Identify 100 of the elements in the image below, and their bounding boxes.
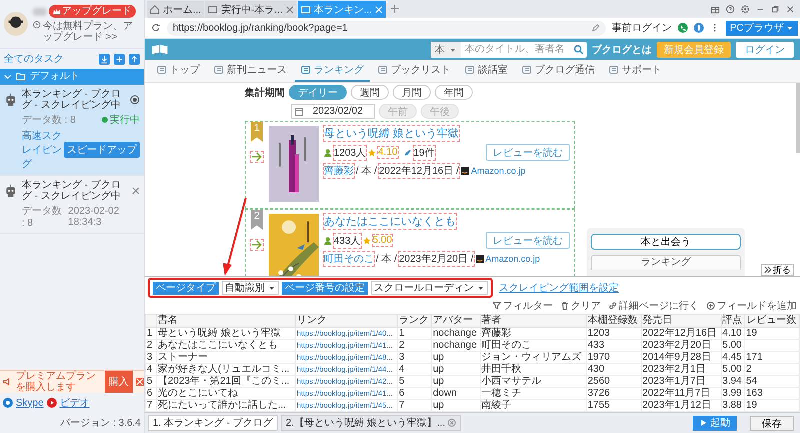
export-icon[interactable] [129, 54, 140, 64]
task-tab[interactable]: 2.【母という呪縛 娘という牢獄】... [281, 415, 462, 431]
record-icon[interactable] [130, 95, 140, 105]
range-link[interactable]: スクレイピング範囲を設定 [499, 281, 619, 295]
table-cell: 1755 [588, 400, 610, 411]
read-reviews-button[interactable]: レビューを読む [486, 144, 570, 161]
period-label: 集計期間 [245, 86, 285, 100]
nav-tab[interactable]: ブクログ通信 [516, 60, 601, 82]
task-item[interactable]: 本ランキング - ブクログ - スクレイピング中 データ数 : 8 2023-02-02 18:34:3 [0, 176, 144, 234]
phone-icon[interactable] [678, 23, 688, 33]
buy-button[interactable]: 購入 [105, 371, 133, 393]
table-cell: 死にたいって誰かに話した... [158, 400, 286, 411]
period-tab[interactable]: 月間 [393, 85, 431, 100]
period-tab[interactable]: 週間 [351, 85, 389, 100]
table-cell: 19 [746, 328, 758, 339]
nav-tab[interactable]: サポート [603, 60, 668, 82]
all-tasks-link[interactable]: 全てのタスク [4, 52, 64, 66]
task-tab[interactable]: 1. 本ランキング - ブクログ [148, 415, 278, 431]
import-icon[interactable] [99, 54, 110, 64]
page-type-select[interactable]: 自動識別 [222, 281, 279, 295]
close-icon[interactable] [448, 419, 456, 427]
table-cell: 2022年12月16日 [642, 328, 718, 339]
nav-tab[interactable]: 新刊ニュース [208, 60, 293, 82]
table-cell: あなたはここにいなくとも [158, 340, 278, 351]
date-field[interactable]: 2023/02/02 [291, 104, 375, 119]
data-count: データ数 : 8 [22, 205, 63, 229]
release-date: 2023年2月20日 / [399, 252, 474, 266]
table-cell: 430 [588, 364, 605, 375]
table-cell: 母という呪縛 娘という牢獄 [158, 328, 281, 339]
footer-link[interactable]: ビデオ [60, 396, 90, 410]
pen-icon[interactable] [592, 24, 600, 32]
url-field[interactable]: https://booklog.jp/ranking/book?page=1 [167, 20, 606, 36]
toolbar-action[interactable]: フィールドを追加 [707, 299, 797, 313]
upgrade-badge[interactable]: アップグレード [49, 5, 136, 18]
logo-icon [151, 44, 169, 56]
store-link[interactable]: Amazon.co.jp [486, 254, 540, 264]
plan-text[interactable]: 今は無料プラン、アップグレード >> [43, 21, 140, 43]
store-link[interactable]: Amazon.co.jp [471, 166, 526, 176]
author-link[interactable]: 町田そのこ [324, 252, 374, 266]
table-cell: 南綾子 [482, 400, 512, 411]
close-icon[interactable] [132, 187, 140, 195]
table-cell: 小西マサテル [482, 376, 542, 387]
search-icon[interactable] [574, 44, 584, 54]
book-title[interactable]: あなたはここにいなくとも [324, 214, 456, 229]
task-item[interactable]: 本ランキング - ブクログ - スクレイピング中 データ数 : 8 実行中 高速スクレイピング スピードアップ [0, 85, 144, 176]
reload-icon[interactable] [151, 23, 161, 33]
table-cell: 1 [147, 328, 153, 339]
table-cell: 【2023年・第21回『このミ... [158, 376, 290, 387]
period-tab[interactable]: 年間 [435, 85, 473, 100]
scrollbar[interactable] [796, 83, 800, 153]
robot-icon [4, 184, 18, 198]
browser-tab[interactable]: ホーム... [147, 1, 204, 18]
reader-count: 1203人 [334, 146, 366, 160]
discover-button[interactable]: 本と出会う [591, 234, 741, 250]
data-count: データ数 : 8 [22, 114, 76, 127]
toolbar-action[interactable]: クリア [561, 299, 601, 313]
table-cell: 19 [746, 400, 758, 411]
toolbar-action[interactable]: 詳細ページに行く [609, 299, 699, 313]
restore-icon[interactable] [771, 4, 780, 14]
browser-tab[interactable]: 実行中-本ラ... [205, 1, 298, 18]
read-reviews-button[interactable]: レビューを読む [486, 232, 570, 249]
nav-tab[interactable]: トップ [151, 60, 206, 82]
save-button[interactable]: 保存 [750, 416, 794, 430]
settings-icon[interactable] [741, 4, 750, 14]
close-icon[interactable] [286, 6, 294, 14]
table-cell: 2 [147, 340, 153, 351]
nav-tab[interactable]: 談話室 [459, 60, 514, 82]
play-icon [46, 398, 57, 408]
login-button[interactable]: ログイン [736, 42, 794, 58]
footer-link[interactable]: Skype [16, 398, 44, 408]
table-cell: 4.10 [722, 328, 742, 339]
pc-browser-button[interactable]: PCブラウザ [726, 20, 798, 36]
people-icon [324, 148, 332, 156]
page-number-label: ページ番号の設定 [282, 282, 368, 294]
table-cell: 7 [147, 400, 153, 411]
promo-text: プレミアムプランを購入します [16, 371, 97, 393]
column-header[interactable]: 書名 [158, 315, 178, 326]
category-select[interactable]: 本 [431, 42, 461, 58]
table-cell: ストーナー [158, 352, 208, 363]
nav-tab[interactable]: ブックリスト [372, 60, 457, 82]
table-cell: 2023年1月7日 [642, 376, 706, 387]
collapse-button[interactable]: 折る [761, 264, 794, 276]
caret-icon [786, 24, 794, 32]
table-cell: 2 [746, 364, 752, 375]
table-cell: 一穂ミチ [482, 388, 522, 399]
close-icon[interactable] [786, 4, 795, 14]
table-cell: 4 [147, 364, 153, 375]
table-cell: 6 [399, 388, 405, 399]
column-header[interactable]: 評点 [722, 315, 743, 326]
add-icon[interactable] [114, 54, 125, 64]
pre-login-link[interactable]: 事前ログイン [612, 21, 672, 35]
rating-text: 5.00 [372, 235, 392, 246]
new-tab-icon[interactable] [390, 4, 400, 14]
status-text: 実行中 [102, 113, 140, 127]
table-cell: 3 [399, 352, 405, 363]
page-number-select[interactable]: スクロールローディン [371, 281, 488, 295]
column-header[interactable]: 著者 [482, 315, 502, 326]
author-link[interactable]: 齊藤彩 [324, 164, 354, 178]
toolbar-action[interactable]: フィルター [493, 299, 553, 313]
book-title[interactable]: 母という呪縛 娘という牢獄 [324, 126, 460, 141]
